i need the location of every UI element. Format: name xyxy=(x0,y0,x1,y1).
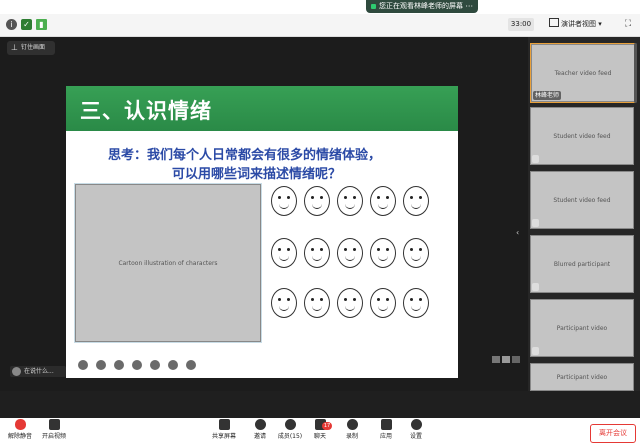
participant-video: Participant video xyxy=(530,299,634,357)
participants-scrollbar[interactable] xyxy=(634,43,637,103)
emotion-face xyxy=(304,238,330,268)
chat-button[interactable]: 聊天 xyxy=(302,416,338,444)
prev-slide-icon[interactable] xyxy=(78,360,88,370)
bottom-spacer xyxy=(0,391,640,418)
slide-toolbar xyxy=(66,358,206,376)
more-icon[interactable] xyxy=(186,360,196,370)
share-screen-button[interactable]: 共享屏幕 xyxy=(206,416,242,444)
microphone-icon xyxy=(532,219,539,227)
participant-tile[interactable]: Teacher video feed 林峰老师 xyxy=(530,43,636,103)
chat-badge: 17 xyxy=(322,422,332,430)
meeting-timer: 33:00 xyxy=(508,18,534,31)
leave-meeting-button[interactable]: 离开会议 xyxy=(590,424,636,443)
fullscreen-icon[interactable]: ⛶ xyxy=(622,18,634,30)
pin-label: 钉住画面 xyxy=(21,44,46,51)
emotion-face xyxy=(271,288,297,318)
view-icon[interactable] xyxy=(132,360,142,370)
emotion-face xyxy=(403,186,429,216)
security-shield-icon[interactable]: ✓ xyxy=(21,19,32,30)
view-selector-label: 演讲者视图 xyxy=(561,20,596,28)
participant-name: 林峰老师 xyxy=(533,91,562,100)
video-icon[interactable] xyxy=(150,360,160,370)
next-slide-icon[interactable] xyxy=(96,360,106,370)
gear-icon xyxy=(410,419,422,430)
microphone-off-icon xyxy=(14,419,26,430)
pin-screen-button[interactable]: ⊥ 钉住画面 xyxy=(7,41,55,55)
chat-label: 聊天 xyxy=(313,433,326,440)
unmute-label: 解除静音 xyxy=(7,433,32,440)
participant-tile[interactable]: Student video feed xyxy=(530,107,634,165)
emotion-face xyxy=(370,186,396,216)
share-status-text: 您正在观看林峰老师的屏幕 xyxy=(379,2,463,10)
mini-thumbnails xyxy=(492,356,528,364)
slide-title: 三、认识情绪 xyxy=(80,99,212,123)
microphone-icon xyxy=(532,347,539,355)
share-screen-label: 共享屏幕 xyxy=(211,433,236,440)
signal-strength-icon[interactable]: ▮ xyxy=(36,19,47,30)
subtitle-icon[interactable] xyxy=(168,360,178,370)
invite-label: 邀请 xyxy=(253,433,266,440)
emotion-face xyxy=(271,186,297,216)
view-selector[interactable]: 演讲者视图 ▾ xyxy=(549,18,605,31)
emotion-face xyxy=(370,288,396,318)
emotion-face xyxy=(337,288,363,318)
emotion-face xyxy=(403,288,429,318)
share-screen-icon xyxy=(218,419,230,430)
emotion-face xyxy=(337,186,363,216)
apps-label: 应用 xyxy=(379,433,392,440)
pen-icon[interactable] xyxy=(114,360,124,370)
start-video-label: 开启视频 xyxy=(41,433,66,440)
illustration-placeholder: Cartoon illustration of characters xyxy=(75,184,261,342)
members-icon xyxy=(284,419,296,430)
emotion-face xyxy=(304,288,330,318)
unmute-button[interactable]: 解除静音 xyxy=(2,416,38,444)
chevron-down-icon: ▾ xyxy=(598,20,602,28)
slide-question-line2: 可以用哪些词来描述情绪呢？ xyxy=(172,167,342,182)
record-button[interactable]: 录制 xyxy=(334,416,370,444)
video-off-icon xyxy=(48,419,60,430)
presentation-slide: 三、认识情绪 思考：我们每个人日常都会有很多的情绪体验， 可以用哪些词来描述情绪… xyxy=(66,86,458,378)
participant-video: Blurred participant xyxy=(530,235,634,293)
microphone-icon xyxy=(532,155,539,163)
more-options-icon[interactable]: ··· xyxy=(465,0,473,13)
pin-icon: ⊥ xyxy=(11,43,18,52)
emotion-face xyxy=(403,238,429,268)
meeting-topbar: i ✓ ▮ 33:00 演讲者视图 ▾ ⛶ xyxy=(0,14,640,37)
share-status-icon xyxy=(371,4,376,9)
participant-tile[interactable]: Blurred participant xyxy=(530,235,634,293)
emotion-faces-grid xyxy=(271,186,439,326)
info-icon[interactable]: i xyxy=(6,19,17,30)
emotion-face xyxy=(304,186,330,216)
emotion-face xyxy=(271,238,297,268)
emotion-face xyxy=(337,238,363,268)
emotion-face xyxy=(370,238,396,268)
collapse-panel-icon[interactable]: ‹ xyxy=(516,228,519,237)
record-icon xyxy=(346,419,358,430)
invite-icon xyxy=(254,419,266,430)
apps-icon xyxy=(380,419,392,430)
settings-label: 设置 xyxy=(409,433,422,440)
cartoon-illustration: Cartoon illustration of characters xyxy=(74,183,262,343)
avatar xyxy=(12,367,21,376)
participant-video: Student video feed xyxy=(530,171,634,229)
participant-video: Participant video xyxy=(530,363,634,391)
participant-tile[interactable]: Student video feed xyxy=(530,171,634,229)
participant-tile[interactable]: Participant video xyxy=(530,363,634,391)
members-label: 成员(15) xyxy=(277,433,303,440)
slide-question-line1: 思考：我们每个人日常都会有很多的情绪体验， xyxy=(108,148,382,163)
settings-button[interactable]: 设置 xyxy=(398,416,434,444)
top-banner xyxy=(0,0,640,14)
microphone-icon xyxy=(532,283,539,291)
speaker-view-icon xyxy=(549,18,559,27)
record-label: 录制 xyxy=(345,433,358,440)
participant-tile[interactable]: Participant video xyxy=(530,299,634,357)
start-video-button[interactable]: 开启视频 xyxy=(36,416,72,444)
caption-bubble: 在说什么... xyxy=(10,366,66,377)
screen-share-indicator[interactable]: 您正在观看林峰老师的屏幕 ··· xyxy=(366,0,478,13)
participant-video: Student video feed xyxy=(530,107,634,165)
caption-text: 在说什么... xyxy=(24,368,54,375)
